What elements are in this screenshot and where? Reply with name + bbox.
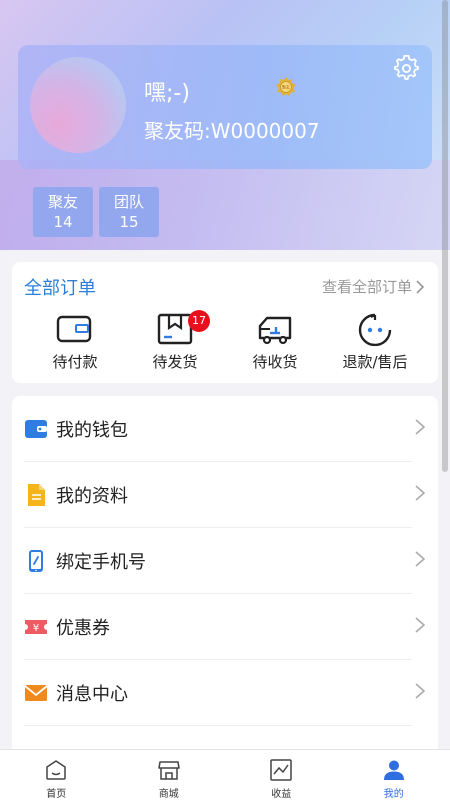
view-all-orders-link[interactable]: 查看全部订单 bbox=[322, 276, 424, 297]
stat-team-value: 15 bbox=[119, 213, 139, 231]
phone-link-icon bbox=[29, 549, 43, 572]
menu-item-coupons[interactable]: ¥ 优惠券 bbox=[24, 594, 426, 660]
wallet-icon bbox=[25, 419, 47, 438]
store-icon bbox=[158, 761, 180, 780]
face-service-icon bbox=[358, 313, 392, 346]
scrollbar[interactable] bbox=[442, 0, 448, 472]
menu-item-bind-phone[interactable]: 绑定手机号 bbox=[24, 528, 426, 594]
order-pending-receipt[interactable]: 待收货 bbox=[230, 312, 320, 372]
stat-friends-label: 聚友 bbox=[47, 193, 78, 211]
avatar[interactable] bbox=[30, 57, 126, 153]
menu-item-bind-phone-label: 绑定手机号 bbox=[56, 551, 146, 573]
menu-item-coupons-label: 优惠券 bbox=[56, 617, 110, 639]
svg-text:聚友: 聚友 bbox=[282, 84, 290, 90]
home-icon bbox=[46, 760, 66, 780]
tab-mall[interactable]: 商城 bbox=[113, 750, 226, 800]
order-pending-payment-label: 待付款 bbox=[52, 353, 98, 371]
view-all-orders-label: 查看全部订单 bbox=[321, 278, 412, 296]
envelope-icon bbox=[24, 684, 48, 701]
orders-title: 全部订单 bbox=[24, 278, 96, 299]
tab-earnings-label: 收益 bbox=[271, 789, 292, 800]
chevron-right-icon bbox=[415, 617, 426, 633]
nickname: 嘿;-) bbox=[144, 81, 190, 106]
truck-icon bbox=[258, 316, 292, 345]
tab-mine-label: 我的 bbox=[383, 789, 404, 800]
settings-icon[interactable] bbox=[394, 55, 420, 81]
order-pending-receipt-label: 待收货 bbox=[252, 353, 298, 371]
order-pending-payment[interactable]: 待付款 bbox=[30, 312, 120, 372]
orders-card: 全部订单 查看全部订单 待付款 17 待发货 待收货 退款/售后 bbox=[12, 262, 438, 383]
order-pending-shipment[interactable]: 17 待发货 bbox=[130, 310, 220, 372]
menu-item-messages[interactable]: 消息中心 bbox=[24, 660, 426, 726]
bottom-tab-bar: 首页 商城 收益 我的 bbox=[0, 749, 450, 800]
profile-card: 嘿;-) 聚友 聚友码:W0000007 bbox=[18, 45, 432, 169]
menu-item-profile-info[interactable]: 我的资料 bbox=[24, 462, 426, 528]
member-code: 聚友码:W0000007 bbox=[144, 119, 320, 143]
chevron-right-icon bbox=[416, 279, 424, 294]
document-icon bbox=[28, 483, 45, 506]
tab-home-label: 首页 bbox=[46, 789, 67, 800]
menu-item-profile-info-label: 我的资料 bbox=[56, 485, 128, 507]
stat-friends-value: 14 bbox=[53, 213, 73, 231]
chevron-right-icon bbox=[415, 551, 426, 567]
order-refund-aftersale-label: 退款/售后 bbox=[342, 353, 408, 371]
tab-home[interactable]: 首页 bbox=[0, 750, 113, 800]
menu-card: 我的钱包 我的资料 绑定手机号 ¥ 优惠券 消息中心 bbox=[12, 396, 438, 756]
coupon-icon: ¥ bbox=[25, 619, 47, 634]
menu-item-wallet[interactable]: 我的钱包 bbox=[24, 396, 426, 462]
menu-item-messages-label: 消息中心 bbox=[56, 683, 128, 705]
order-pending-shipment-label: 待发货 bbox=[152, 353, 198, 371]
stat-team-label: 团队 bbox=[113, 193, 144, 211]
stat-friends[interactable]: 聚友 14 bbox=[33, 187, 93, 237]
tab-earnings[interactable]: 收益 bbox=[225, 750, 338, 800]
stat-team[interactable]: 团队 15 bbox=[99, 187, 159, 237]
menu-item-wallet-label: 我的钱包 bbox=[56, 419, 128, 441]
chevron-right-icon bbox=[415, 683, 426, 699]
tab-mall-label: 商城 bbox=[158, 789, 179, 800]
chart-icon bbox=[270, 759, 292, 781]
chevron-right-icon bbox=[415, 485, 426, 501]
svg-text:¥: ¥ bbox=[33, 623, 39, 634]
member-badge-icon: 聚友 bbox=[276, 77, 296, 96]
wallet-outline-icon bbox=[56, 315, 92, 343]
chevron-right-icon bbox=[415, 419, 426, 435]
pending-shipment-count-badge: 17 bbox=[188, 310, 210, 332]
order-refund-aftersale[interactable]: 退款/售后 bbox=[330, 312, 420, 372]
tab-mine[interactable]: 我的 bbox=[338, 750, 450, 800]
user-icon bbox=[383, 760, 404, 780]
